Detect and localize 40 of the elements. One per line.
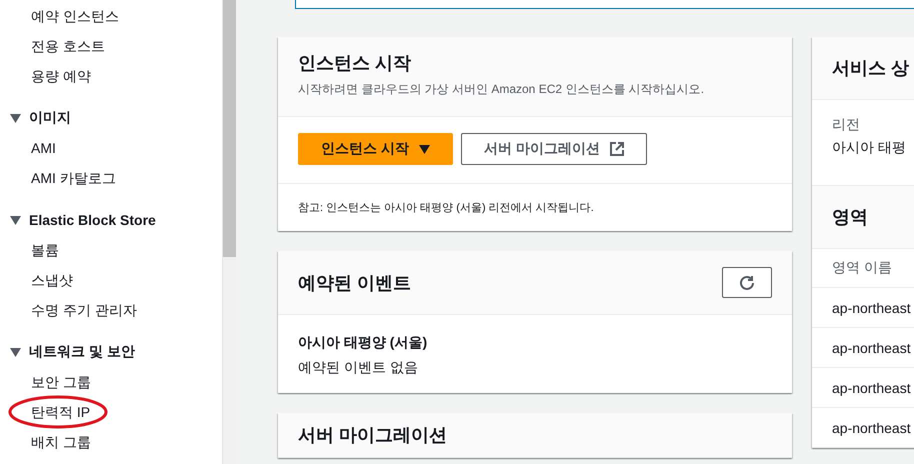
external-link-button[interactable]: 서버 마이그레이션 <box>460 133 647 165</box>
caret-icon <box>418 144 430 154</box>
scrollbar-thumb[interactable] <box>223 0 236 257</box>
column-header: 영역 이름 <box>812 249 914 288</box>
nav-link[interactable]: 용량 예약 <box>0 61 91 91</box>
nav-link[interactable]: 보안 그룹 <box>0 367 91 397</box>
table-cell: ap-northeast <box>812 368 914 408</box>
launch-button[interactable]: 인스턴스 시작 <box>298 133 453 165</box>
card-description: 시작하려면 클라우드의 가상 서버인 Amazon EC2 인스턴스를 시작하십시오. <box>298 81 704 98</box>
nav-section-header[interactable]: 네트워크 및 보안 <box>0 337 222 367</box>
table-cell: ap-northeast <box>812 408 914 448</box>
card-title: 서비스 상 <box>832 57 910 80</box>
card-title: 서버 마이그레이션 <box>298 424 448 447</box>
caret-icon <box>10 348 21 356</box>
nav-link[interactable]: 배치 그룹 <box>0 427 91 457</box>
table-cell: ap-northeast <box>812 328 914 368</box>
card-title: 인스턴스 시작 <box>298 52 412 75</box>
nav-link[interactable]: 볼륨 <box>0 235 59 265</box>
region-name: 아시아 태평양 (서울) <box>298 334 428 352</box>
card-title: 영역 <box>832 206 868 229</box>
nav-link[interactable]: AMI 카탈로그 <box>0 163 116 193</box>
nav-link[interactable]: 탄력적 IP <box>0 397 90 427</box>
table-cell: ap-northeast <box>812 288 914 328</box>
card-title: 예약된 이벤트 <box>298 272 412 294</box>
caret-icon <box>10 216 21 224</box>
launch-note: 참고: 인스턴스는 아시아 태평양 (서울) 리전에서 시작됩니다. <box>298 201 595 215</box>
empty-message: 예약된 이벤트 없음 <box>298 359 419 377</box>
caret-icon <box>10 114 21 122</box>
external-link-icon <box>610 142 624 156</box>
refresh-icon <box>739 274 755 290</box>
nav-link[interactable]: 스냅샷 <box>0 265 73 295</box>
nav-section-header[interactable]: 이미지 <box>0 103 222 133</box>
nav-link[interactable]: 수명 주기 관리자 <box>0 295 137 325</box>
nav-link[interactable]: 전용 호스트 <box>0 31 105 61</box>
field-label: 리전 <box>832 116 861 134</box>
nav-link[interactable]: AMI <box>0 133 56 163</box>
field-value: 아시아 태평 <box>832 139 907 157</box>
refresh-button[interactable] <box>722 267 772 298</box>
nav-section-header[interactable]: Elastic Block Store <box>0 205 222 235</box>
nav-link[interactable]: 예약 인스턴스 <box>0 1 119 31</box>
